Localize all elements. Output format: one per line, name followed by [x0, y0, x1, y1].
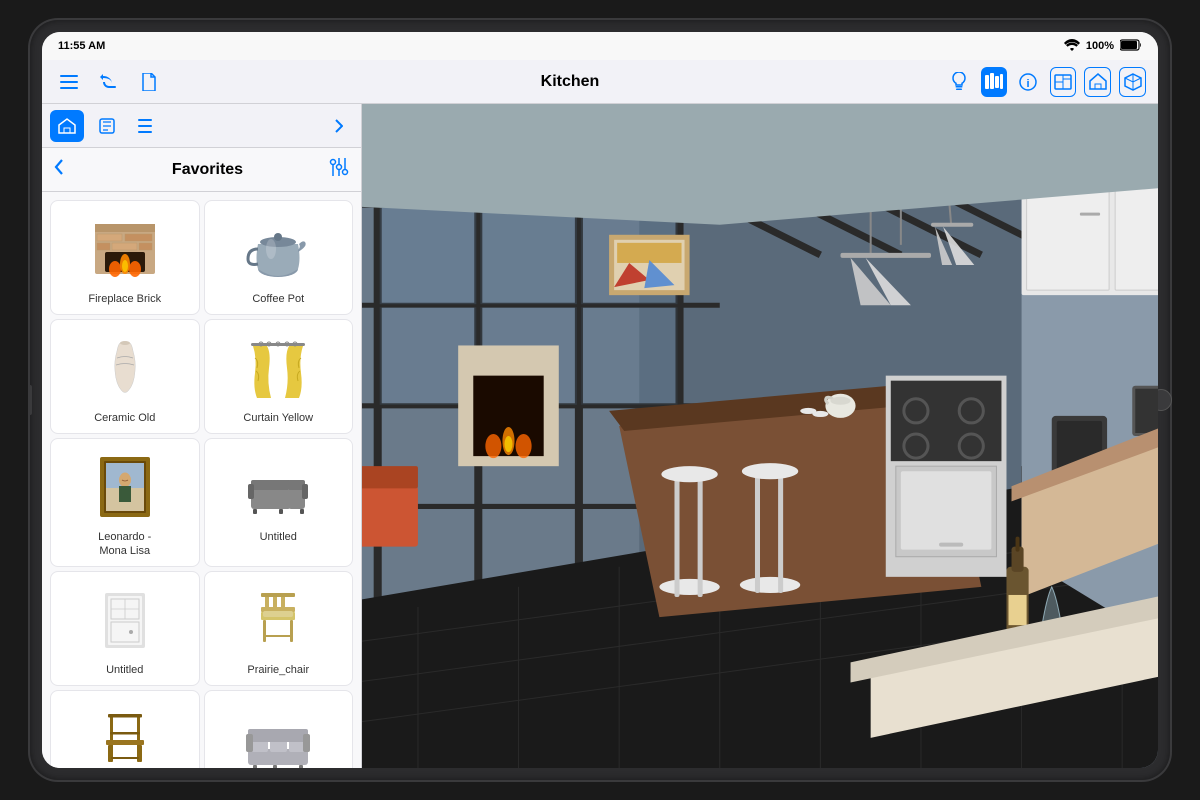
- item-label: Prairie_chair: [247, 664, 309, 677]
- status-right: 100%: [1064, 39, 1142, 54]
- item-image: [238, 209, 318, 289]
- battery-icon: [1120, 39, 1142, 54]
- list-item[interactable]: Chair_002: [50, 690, 200, 768]
- house-button[interactable]: [1084, 67, 1111, 97]
- list-item[interactable]: Untitled: [50, 571, 200, 686]
- battery-text: 100%: [1086, 40, 1114, 52]
- item-label: Leonardo - Mona Lisa: [98, 531, 151, 557]
- header-right: i: [946, 67, 1146, 97]
- back-button[interactable]: [54, 159, 78, 180]
- lightbulb-button[interactable]: [946, 67, 973, 97]
- app-header: Kitchen: [42, 60, 1158, 104]
- library-button[interactable]: [981, 67, 1008, 97]
- item-image: [85, 209, 165, 289]
- toolbar-pencil-tab[interactable]: [90, 110, 124, 142]
- toolbar-home-tab[interactable]: [50, 110, 84, 142]
- item-label: Fireplace Brick: [88, 293, 161, 306]
- list-item[interactable]: Coffee Pot: [204, 200, 354, 315]
- svg-text:i: i: [1027, 78, 1030, 90]
- cube-button[interactable]: [1119, 67, 1146, 97]
- list-item[interactable]: Untitled: [204, 438, 354, 566]
- filter-button[interactable]: [329, 158, 349, 181]
- item-label: Ceramic Old: [94, 412, 155, 425]
- document-button[interactable]: [134, 67, 164, 97]
- sidebar: Favorites: [42, 104, 362, 768]
- header-left: [54, 67, 194, 97]
- header-title: Kitchen: [194, 73, 946, 91]
- tablet-frame: 11:55 AM 100%: [30, 20, 1170, 780]
- item-image: [85, 699, 165, 768]
- item-label: Curtain Yellow: [243, 412, 313, 425]
- info-button[interactable]: i: [1015, 67, 1042, 97]
- item-label: Untitled: [260, 531, 297, 544]
- list-item[interactable]: Curtain Yellow: [204, 319, 354, 434]
- toolbar-more-button[interactable]: [325, 112, 353, 140]
- item-image: [85, 580, 165, 660]
- sidebar-toolbar: [42, 104, 361, 148]
- item-label: Coffee Pot: [252, 293, 304, 306]
- hamburger-button[interactable]: [54, 67, 84, 97]
- toolbar-list-tab[interactable]: [130, 110, 164, 142]
- kitchen-3d-view: [362, 104, 1158, 768]
- undo-button[interactable]: [94, 67, 124, 97]
- floorplan-button[interactable]: [1050, 67, 1077, 97]
- tablet-screen: 11:55 AM 100%: [42, 32, 1158, 768]
- item-image: [238, 328, 318, 408]
- status-time: 11:55 AM: [58, 40, 105, 52]
- favorites-title: Favorites: [86, 161, 329, 179]
- side-button: [28, 385, 32, 415]
- item-image: [238, 447, 318, 527]
- kitchen-scene-svg: [362, 104, 1158, 768]
- favorites-grid: Fireplace Brick: [42, 192, 361, 768]
- wifi-icon: [1064, 39, 1080, 54]
- item-image: [238, 580, 318, 660]
- item-image: [85, 328, 165, 408]
- list-item[interactable]: Prairie_chair: [204, 571, 354, 686]
- main-content: Favorites: [42, 104, 1158, 768]
- status-bar: 11:55 AM 100%: [42, 32, 1158, 60]
- list-item[interactable]: Sofa3x_amazing: [204, 690, 354, 768]
- item-image: [238, 699, 318, 768]
- item-image: [85, 447, 165, 527]
- list-item[interactable]: Fireplace Brick: [50, 200, 200, 315]
- list-item[interactable]: Ceramic Old: [50, 319, 200, 434]
- sidebar-favorites-header: Favorites: [42, 148, 361, 192]
- list-item[interactable]: Leonardo - Mona Lisa: [50, 438, 200, 566]
- item-label: Untitled: [106, 664, 143, 677]
